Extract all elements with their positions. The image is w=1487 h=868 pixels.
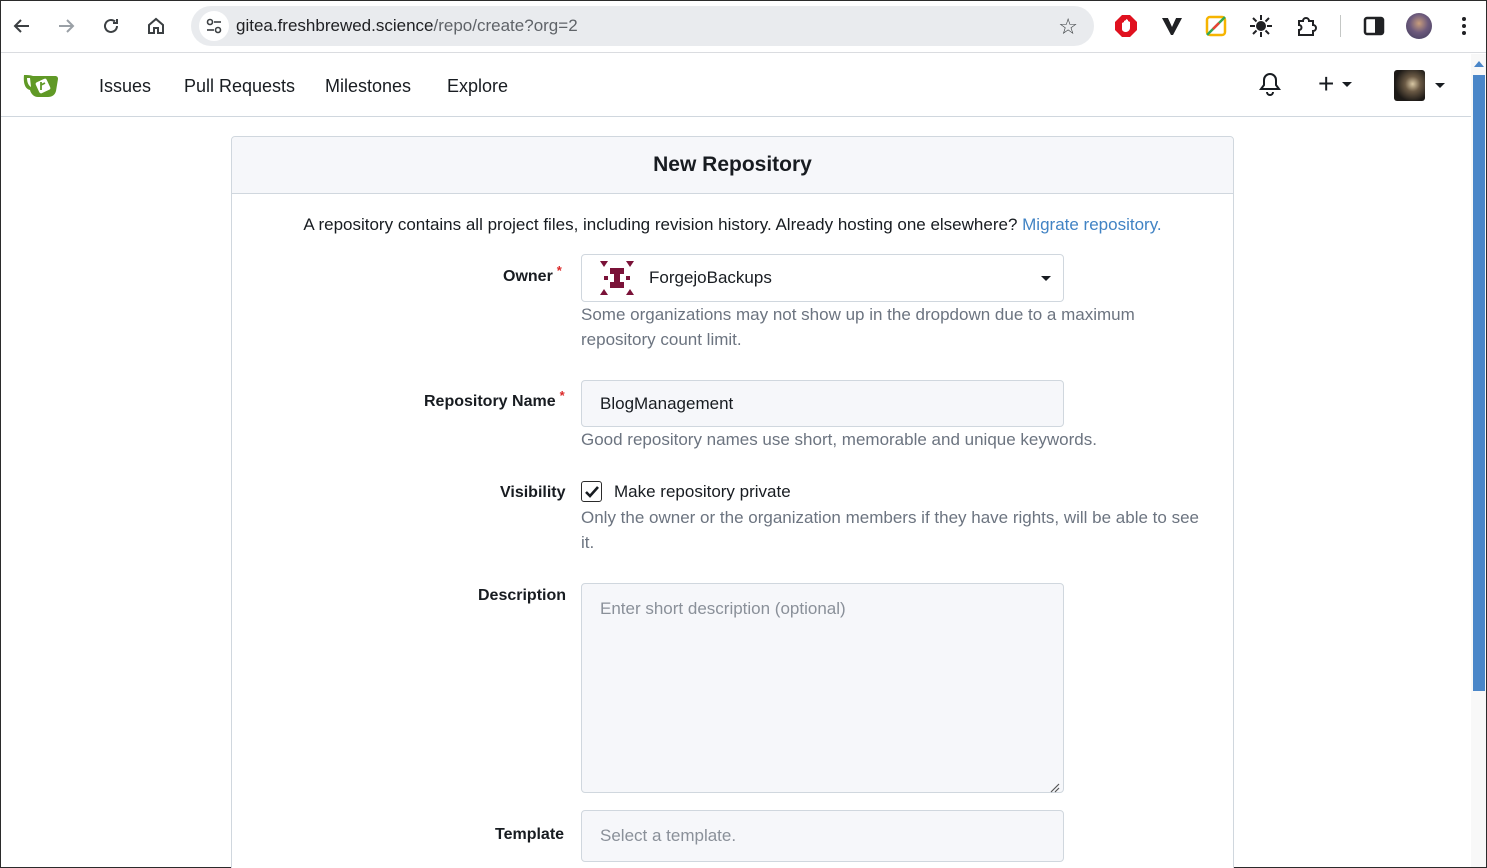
- repo-name-input[interactable]: [581, 380, 1064, 427]
- nav-link-explore[interactable]: Explore: [447, 76, 508, 97]
- url-path: /repo/create?org=2: [433, 16, 578, 35]
- bookmark-star-icon[interactable]: ☆: [1058, 14, 1078, 40]
- template-dropdown[interactable]: Select a template.: [581, 810, 1064, 862]
- url-text: gitea.freshbrewed.science/repo/create?or…: [236, 16, 578, 36]
- address-bar[interactable]: gitea.freshbrewed.science/repo/create?or…: [191, 6, 1094, 46]
- gitea-logo-icon[interactable]: [23, 70, 61, 103]
- repo-name-help-text: Good repository names use short, memorab…: [581, 430, 1097, 449]
- avatar: [1394, 70, 1425, 101]
- url-host: gitea.freshbrewed.science: [236, 16, 434, 35]
- chevron-down-icon: [1342, 81, 1353, 87]
- required-mark: *: [556, 263, 562, 278]
- kebab-menu-icon[interactable]: [1450, 12, 1478, 40]
- private-checkbox-label[interactable]: Make repository private: [614, 482, 791, 502]
- user-menu[interactable]: [1394, 70, 1445, 101]
- toolbar-divider: [1340, 15, 1341, 37]
- browser-toolbar: gitea.freshbrewed.science/repo/create?or…: [1, 1, 1486, 53]
- template-placeholder: Select a template.: [600, 826, 737, 845]
- template-label: Template: [495, 826, 565, 843]
- owner-label: Owner *: [503, 263, 562, 286]
- owner-dropdown[interactable]: ForgejoBackups: [581, 254, 1064, 302]
- description-textarea[interactable]: [581, 583, 1064, 793]
- forward-arrow-icon[interactable]: [51, 11, 81, 41]
- nav-link-pull-requests[interactable]: Pull Requests: [184, 76, 295, 97]
- extensions-puzzle-icon[interactable]: [1293, 12, 1321, 40]
- migrate-repository-link[interactable]: Migrate repository.: [1022, 215, 1162, 234]
- side-panel-icon[interactable]: [1360, 12, 1388, 40]
- owner-help-text: Some organizations may not show up in th…: [581, 305, 1135, 349]
- home-icon[interactable]: [141, 11, 171, 41]
- nav-link-milestones[interactable]: Milestones: [325, 76, 411, 97]
- create-new-menu[interactable]: +: [1318, 68, 1353, 99]
- owner-selected-value: ForgejoBackups: [649, 268, 772, 287]
- vivaldi-v-icon[interactable]: [1158, 12, 1186, 40]
- repo-name-label-text: Repository Name: [424, 393, 556, 410]
- page-title: New Repository: [232, 137, 1233, 194]
- required-mark: *: [559, 388, 565, 403]
- chevron-down-icon: [1435, 83, 1445, 88]
- description-label: Description: [478, 587, 567, 604]
- owner-label-text: Owner: [503, 268, 553, 285]
- site-settings-icon[interactable]: [199, 11, 229, 41]
- ublock-icon[interactable]: [1112, 12, 1140, 40]
- org-avatar-icon: [600, 261, 634, 295]
- gitea-navbar: Issues Pull Requests Milestones Explore …: [1, 54, 1471, 117]
- checkmark-icon: [584, 485, 599, 498]
- private-checkbox[interactable]: [581, 481, 602, 502]
- notification-bell-icon[interactable]: [1259, 72, 1281, 101]
- nav-link-issues[interactable]: Issues: [99, 76, 151, 97]
- plus-icon: +: [1318, 68, 1335, 99]
- intro-sentence: A repository contains all project files,…: [303, 215, 1018, 234]
- chevron-down-icon: [1041, 276, 1051, 281]
- back-arrow-icon[interactable]: [7, 11, 37, 41]
- repo-name-label: Repository Name *: [424, 388, 565, 411]
- reload-icon[interactable]: [96, 11, 126, 41]
- scrollbar-thumb[interactable]: [1473, 75, 1485, 691]
- color-picker-icon[interactable]: [1202, 12, 1230, 40]
- visibility-label: Visibility: [500, 484, 566, 501]
- new-repo-form-card: New Repository A repository contains all…: [231, 136, 1234, 868]
- intro-text: A repository contains all project files,…: [232, 215, 1233, 235]
- visibility-help-text: Only the owner or the organization membe…: [581, 508, 1199, 552]
- resize-handle-icon[interactable]: [1050, 780, 1060, 798]
- sunburst-icon[interactable]: [1247, 12, 1275, 40]
- profile-avatar-icon[interactable]: [1405, 12, 1433, 40]
- scroll-up-arrow-icon[interactable]: [1474, 61, 1484, 67]
